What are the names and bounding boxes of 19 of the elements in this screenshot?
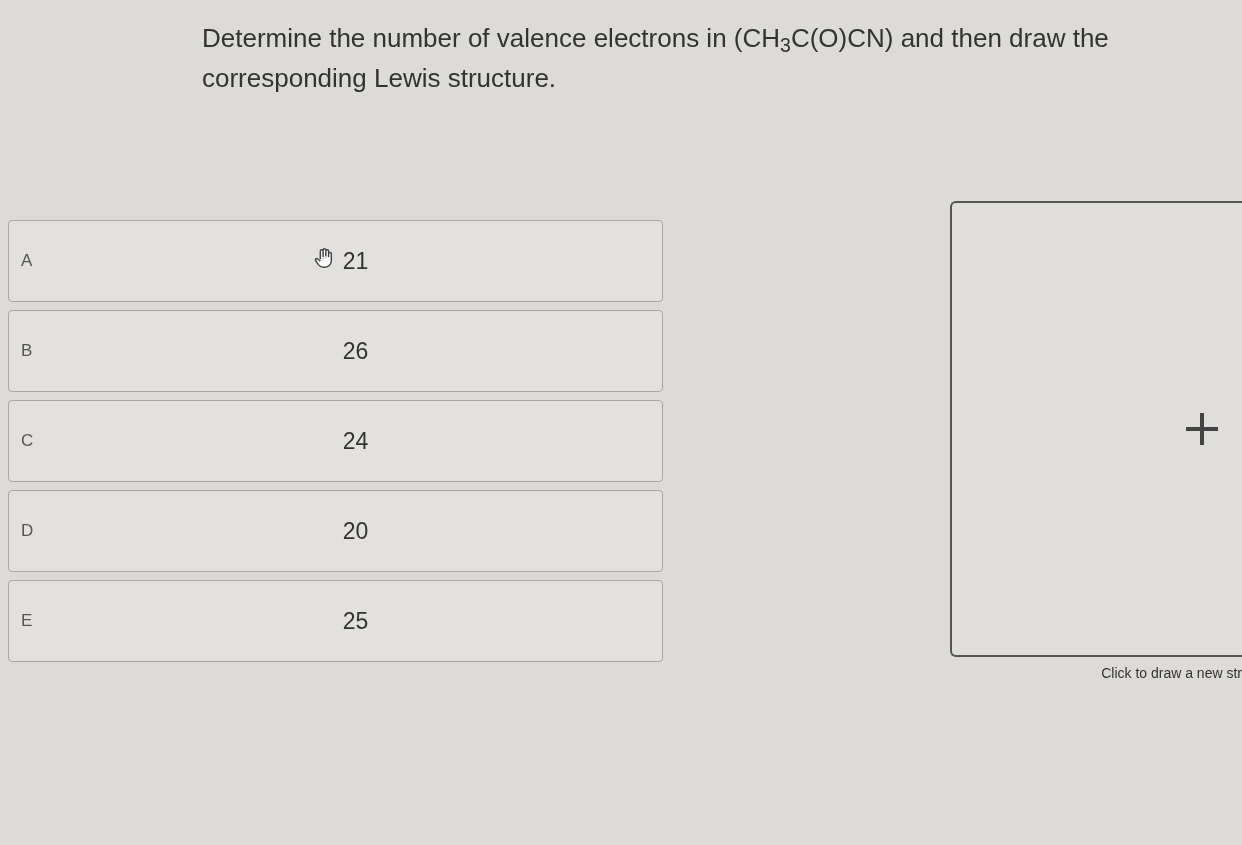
option-letter: D — [21, 520, 35, 543]
option-value: 20 — [342, 517, 369, 544]
option-letter: C — [21, 430, 35, 453]
option-letter: B — [21, 340, 34, 363]
option-letter: E — [21, 610, 34, 633]
answer-option[interactable]: E 25 — [8, 580, 663, 662]
option-letter: A — [21, 250, 34, 273]
option-value: 25 — [342, 607, 369, 634]
plus-icon — [1184, 411, 1220, 447]
answer-option[interactable]: D 20 — [8, 490, 663, 572]
option-value: 26 — [342, 337, 369, 364]
answer-option[interactable]: B 26 — [8, 310, 663, 392]
question-text: Determine the number of valence electrons in (CH$_{3}$C(O)CN) and then draw the corresponding Lewis structure. — [202, 22, 1110, 95]
drawing-canvas[interactable] — [950, 201, 1242, 657]
answer-option[interactable]: A 21 — [8, 220, 663, 302]
answer-option[interactable]: C 24 — [8, 400, 663, 482]
option-value: 21 — [342, 247, 369, 274]
option-value: 24 — [342, 427, 369, 454]
draw-caption: Click to draw a new str — [1101, 664, 1242, 683]
